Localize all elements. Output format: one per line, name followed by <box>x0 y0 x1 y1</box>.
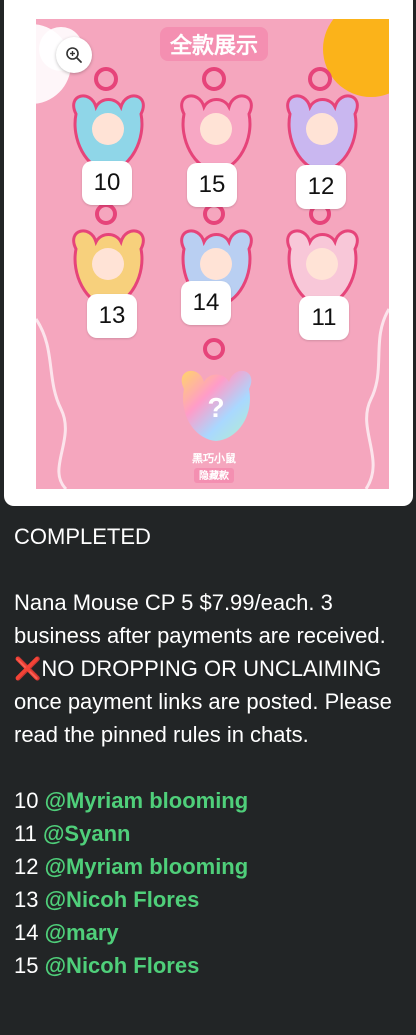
claim-number: 15 <box>14 953 39 978</box>
claim-line: 12 @Myriam blooming <box>14 850 410 883</box>
user-mention[interactable]: @Nicoh Flores <box>45 953 200 978</box>
claims-list: 10 @Myriam blooming 11 @Syann 12 @Myriam… <box>14 784 410 982</box>
user-mention[interactable]: @Syann <box>43 821 130 846</box>
claim-number: 14 <box>14 920 39 945</box>
message-caption: COMPLETED Nana Mouse CP 5 $7.99/each. 3 … <box>14 520 410 982</box>
cross-mark-icon: ❌ <box>14 656 42 681</box>
zoom-button[interactable] <box>56 37 92 73</box>
claim-number: 12 <box>14 854 39 879</box>
mystery-mark: ? <box>207 392 224 423</box>
poster-title: 全款展示 <box>169 33 258 59</box>
claim-number: 10 <box>14 788 39 813</box>
user-mention[interactable]: @Nicoh Flores <box>45 887 200 912</box>
secret-label-2: 隐藏款 <box>199 469 230 482</box>
number-badge: 11 <box>299 296 349 340</box>
number-badge: 15 <box>187 163 237 207</box>
claim-line: 14 @mary <box>14 916 410 949</box>
claim-line: 11 @Syann <box>14 817 410 850</box>
secret-label-1: 黑巧小鼠 <box>192 451 236 465</box>
claim-line: 10 @Myriam blooming <box>14 784 410 817</box>
claim-line: 13 @Nicoh Flores <box>14 883 410 916</box>
user-mention[interactable]: @Myriam blooming <box>45 854 249 879</box>
product-illustration: 全款展示 ? 黑巧小鼠 隐藏款 <box>36 19 389 489</box>
product-image[interactable]: 全款展示 ? 黑巧小鼠 隐藏款 <box>36 19 389 489</box>
description-part2: NO DROPPING OR UNCLAIMING once payment l… <box>14 656 392 747</box>
user-mention[interactable]: @Myriam blooming <box>45 788 249 813</box>
claim-number: 11 <box>14 821 37 846</box>
number-badge: 12 <box>296 165 346 209</box>
number-badge: 14 <box>181 281 231 325</box>
description-part1: Nana Mouse CP 5 $7.99/each. 3 business a… <box>14 590 386 648</box>
number-badge: 10 <box>82 161 132 205</box>
user-mention[interactable]: @mary <box>45 920 119 945</box>
claim-line: 15 @Nicoh Flores <box>14 949 410 982</box>
number-badge: 13 <box>87 294 137 338</box>
zoom-in-icon <box>66 47 82 63</box>
description: Nana Mouse CP 5 $7.99/each. 3 business a… <box>14 586 410 751</box>
claim-number: 13 <box>14 887 39 912</box>
status-text: COMPLETED <box>14 524 151 549</box>
